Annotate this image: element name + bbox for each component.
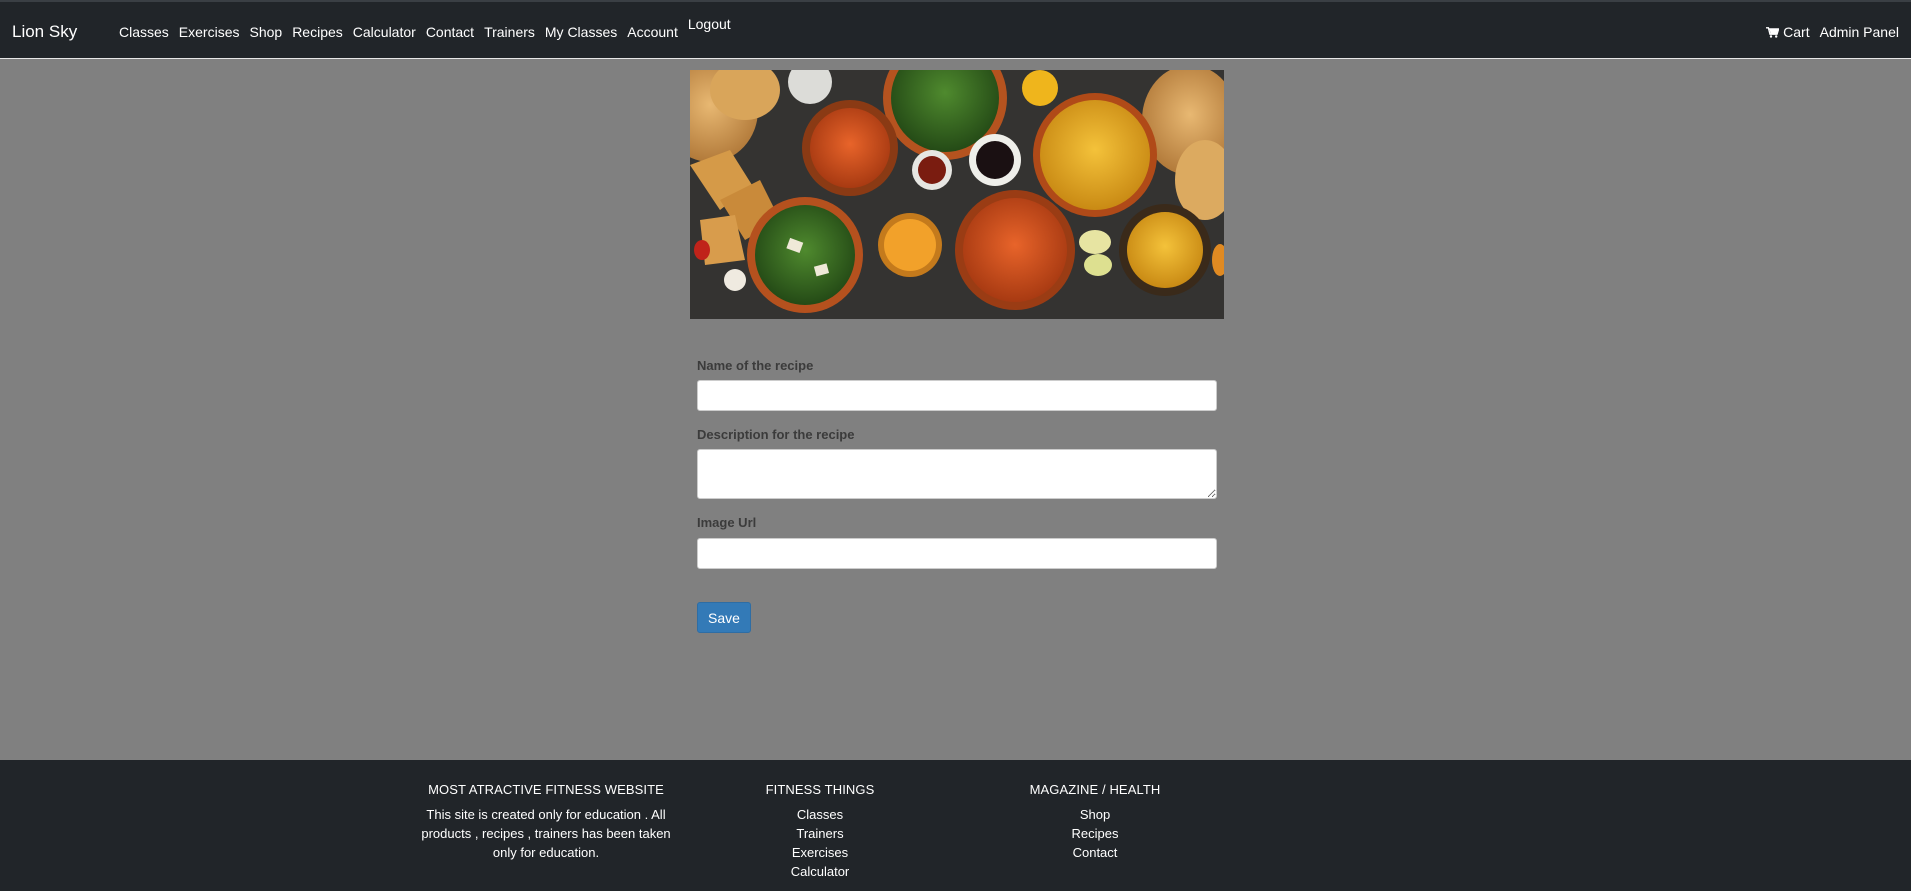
footer-about-title: MOST ATRACTIVE FITNESS WEBSITE [428,782,664,797]
brand-link[interactable]: Lion Sky [12,22,77,42]
cart-label: Cart [1783,24,1810,40]
nav-link-exercises[interactable]: Exercises [179,24,240,40]
footer-fitness-title: FITNESS THINGS [765,782,875,797]
nav-link-calculator[interactable]: Calculator [353,24,416,40]
footer-column-fitness: FITNESS THINGS Classes Trainers Exercise… [720,782,920,881]
cart-link[interactable]: Cart [1766,24,1810,40]
footer-magazine-title: MAGAZINE / HEALTH [1029,782,1161,797]
nav-link-account[interactable]: Account [627,24,678,40]
image-url-input[interactable] [697,538,1217,569]
nav-link-recipes[interactable]: Recipes [292,24,343,40]
image-url-label: Image Url [697,515,757,530]
recipe-description-label: Description for the recipe [697,427,855,442]
admin-panel-link[interactable]: Admin Panel [1820,24,1899,40]
footer-column-magazine: MAGAZINE / HEALTH Shop Recipes Contact [995,782,1195,862]
footer-link-exercises[interactable]: Exercises [720,843,920,862]
nav-link-trainers[interactable]: Trainers [484,24,535,40]
nav-link-contact[interactable]: Contact [426,24,474,40]
nav-link-logout[interactable]: Logout [688,16,731,32]
footer: MOST ATRACTIVE FITNESS WEBSITE This site… [0,760,1911,891]
save-button[interactable]: Save [697,602,751,633]
footer-link-calculator[interactable]: Calculator [720,862,920,881]
recipe-hero-image [690,70,1224,319]
recipe-description-textarea[interactable] [697,449,1217,499]
nav-link-my-classes[interactable]: My Classes [545,24,617,40]
recipe-name-label: Name of the recipe [697,358,814,373]
recipe-name-input[interactable] [697,380,1217,411]
footer-link-contact[interactable]: Contact [995,843,1195,862]
food-spread-image [690,70,1224,319]
footer-link-shop[interactable]: Shop [995,805,1195,824]
shopping-cart-icon [1766,27,1780,38]
nav-link-shop[interactable]: Shop [249,24,282,40]
footer-about-text: This site is created only for education … [421,807,671,860]
footer-link-recipes[interactable]: Recipes [995,824,1195,843]
footer-column-about: MOST ATRACTIVE FITNESS WEBSITE This site… [420,782,672,862]
footer-link-trainers[interactable]: Trainers [720,824,920,843]
nav-right: Cart Admin Panel [1766,24,1899,40]
navbar: Lion Sky Classes Exercises Shop Recipes … [0,0,1911,59]
footer-link-classes[interactable]: Classes [720,805,920,824]
nav-links: Classes Exercises Shop Recipes Calculato… [119,16,741,40]
nav-link-classes[interactable]: Classes [119,24,169,40]
